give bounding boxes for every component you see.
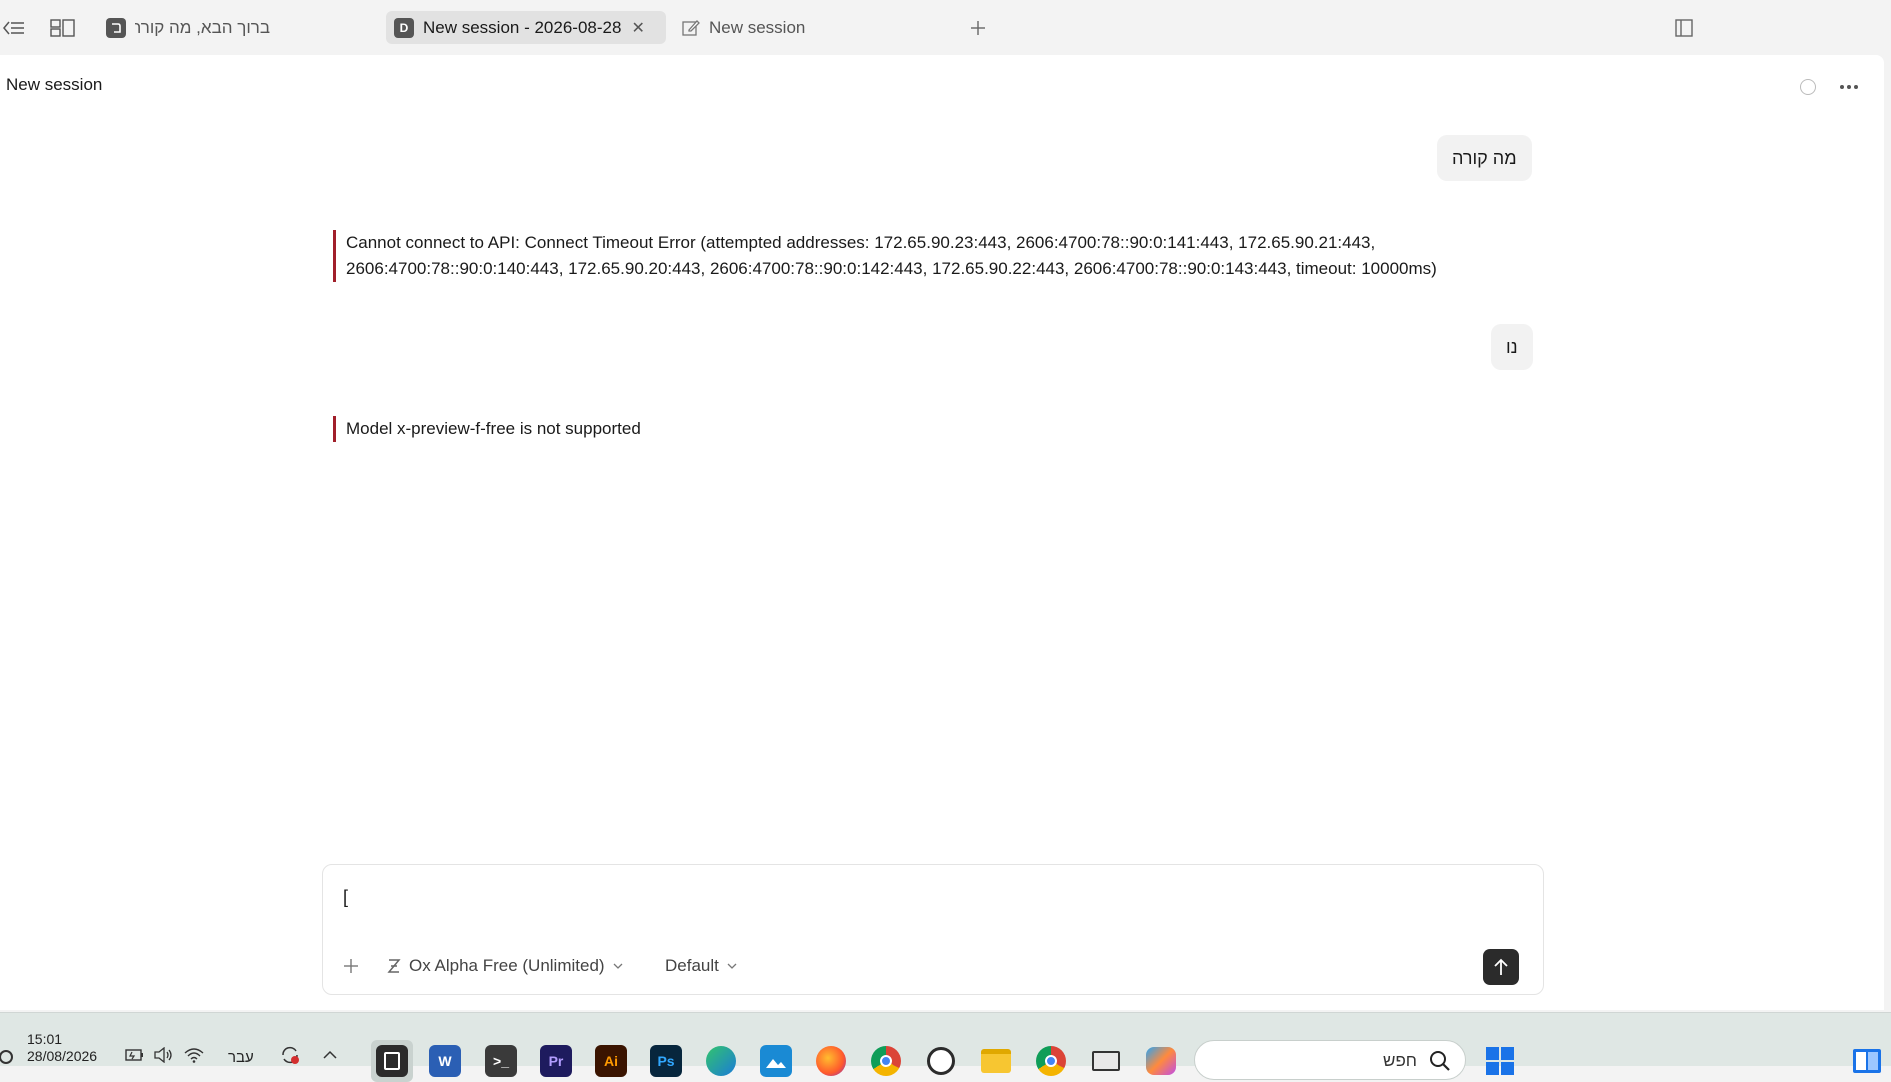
add-attachment-icon[interactable] <box>341 956 361 976</box>
volume-icon[interactable] <box>152 1043 176 1067</box>
input-language-indicator[interactable]: עבר <box>228 1049 254 1066</box>
model-icon <box>387 958 401 974</box>
settings-gear-icon[interactable] <box>0 1047 14 1071</box>
chevron-down-icon <box>613 962 623 970</box>
copilot-pre-icon[interactable] <box>1145 1045 1177 1077</box>
illustrator-icon[interactable]: Ai <box>595 1045 627 1077</box>
firefox-icon[interactable] <box>815 1045 847 1077</box>
clock[interactable]: 15:01 28/08/2026 <box>27 1031 97 1065</box>
message-input[interactable]: [ <box>343 887 348 908</box>
taskbar-search[interactable]: חפש <box>1194 1040 1466 1080</box>
edit-icon <box>682 19 700 37</box>
message-composer: [ Ox Alpha Free (Unlimited) Default <box>322 864 1544 995</box>
user-message: מה קורה <box>1437 135 1532 181</box>
close-tab-icon[interactable]: ✕ <box>631 18 644 38</box>
send-button[interactable] <box>1483 949 1519 985</box>
error-message: Cannot connect to API: Connect Timeout E… <box>333 230 1443 282</box>
search-icon <box>1429 1050 1451 1072</box>
sidebar-toggle-icon[interactable] <box>0 14 28 42</box>
more-options-icon[interactable] <box>1834 73 1864 101</box>
chevron-down-icon <box>727 962 737 970</box>
tab-bar: ברוך הבא, מה קורה D New session - 2026-0… <box>0 0 1891 55</box>
notes-app-icon[interactable] <box>376 1045 408 1077</box>
page-title: New session <box>6 75 103 94</box>
tab-label: New session - 2026-08-28 <box>423 17 622 37</box>
photos-icon[interactable] <box>760 1045 792 1077</box>
file-explorer-icon[interactable] <box>980 1045 1012 1077</box>
tab-new-session[interactable]: New session <box>674 11 834 44</box>
wifi-icon[interactable] <box>182 1043 206 1067</box>
tab-label: ברוך הבא, מה קורה <box>135 17 270 37</box>
session-actions <box>1764 73 1884 103</box>
user-message: נו <box>1491 324 1533 370</box>
sync-icon[interactable] <box>278 1043 302 1067</box>
new-tab-icon[interactable] <box>964 14 992 42</box>
time-text: 15:01 <box>27 1031 63 1047</box>
word-icon[interactable]: W <box>429 1045 461 1077</box>
battery-icon[interactable] <box>123 1043 147 1067</box>
tab-badge <box>106 17 126 38</box>
arrow-up-icon <box>1494 958 1508 975</box>
chevron-up-icon[interactable] <box>318 1043 342 1067</box>
error-message: Model x-preview-f-free is not supported <box>333 416 641 442</box>
widgets-icon[interactable] <box>1851 1045 1883 1077</box>
status-circle-icon[interactable] <box>1800 79 1816 95</box>
tab-welcome[interactable]: ברוך הבא, מה קורה <box>98 11 278 44</box>
mode-selector[interactable]: Default <box>665 955 737 977</box>
search-placeholder: חפש <box>1383 1051 1417 1070</box>
date-text: 28/08/2026 <box>27 1048 98 1064</box>
model-selector[interactable]: Ox Alpha Free (Unlimited) <box>387 955 623 977</box>
chrome-icon[interactable] <box>870 1045 902 1077</box>
tab-new-session-dated[interactable]: D New session - 2026-08-28 ✕ <box>386 11 666 44</box>
panel-layout-icon[interactable] <box>1670 14 1698 42</box>
tab-badge: D <box>394 17 414 38</box>
terminal-icon[interactable]: >_ <box>485 1045 517 1077</box>
model-label: Ox Alpha Free (Unlimited) <box>409 956 605 975</box>
photoshop-icon[interactable]: Ps <box>650 1045 682 1077</box>
tab-label: New session <box>709 17 806 37</box>
window-app-icon[interactable] <box>1090 1045 1122 1077</box>
alarms-clock-icon[interactable] <box>925 1045 957 1077</box>
premiere-pro-icon[interactable]: Pr <box>540 1045 572 1077</box>
windows-start-icon[interactable] <box>1484 1045 1516 1077</box>
session-panel: New session מה קורה Cannot connect to AP… <box>0 55 1884 1010</box>
windows-taskbar: 15:01 28/08/2026 עבר W >_ Pr Ai Ps חפש <box>0 1012 1891 1082</box>
mode-label: Default <box>665 956 719 975</box>
chrome-alt-icon[interactable] <box>1035 1045 1067 1077</box>
edge-icon[interactable] <box>705 1045 737 1077</box>
workspaces-icon[interactable] <box>49 14 77 42</box>
